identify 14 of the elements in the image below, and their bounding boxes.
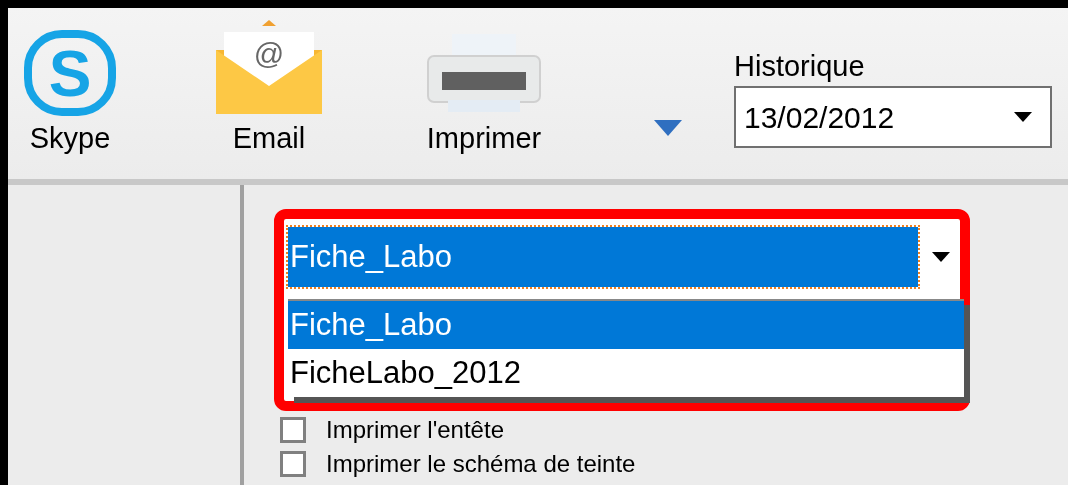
checkbox-label: Imprimer l'entête — [326, 417, 504, 443]
checkbox[interactable] — [280, 417, 306, 443]
history-date-dropdown[interactable]: 13/02/2012 — [734, 86, 1052, 148]
checkbox[interactable] — [280, 451, 306, 477]
history-label: Historique — [734, 49, 866, 84]
toolbar-button[interactable]: @ Email — [214, 20, 324, 156]
toolbar-button[interactable]: S Skype — [22, 30, 118, 156]
toolbar-button[interactable]: Imprimer — [424, 30, 544, 156]
caret-icon — [932, 252, 950, 262]
caret-icon — [1014, 112, 1032, 122]
dropdown-arrow-icon[interactable] — [654, 120, 682, 136]
dropdown-option[interactable]: Fiche_Labo — [288, 301, 964, 349]
checkbox-label: Imprimer le schéma de teinte — [326, 451, 636, 477]
skype-logo-icon: S — [22, 30, 118, 116]
